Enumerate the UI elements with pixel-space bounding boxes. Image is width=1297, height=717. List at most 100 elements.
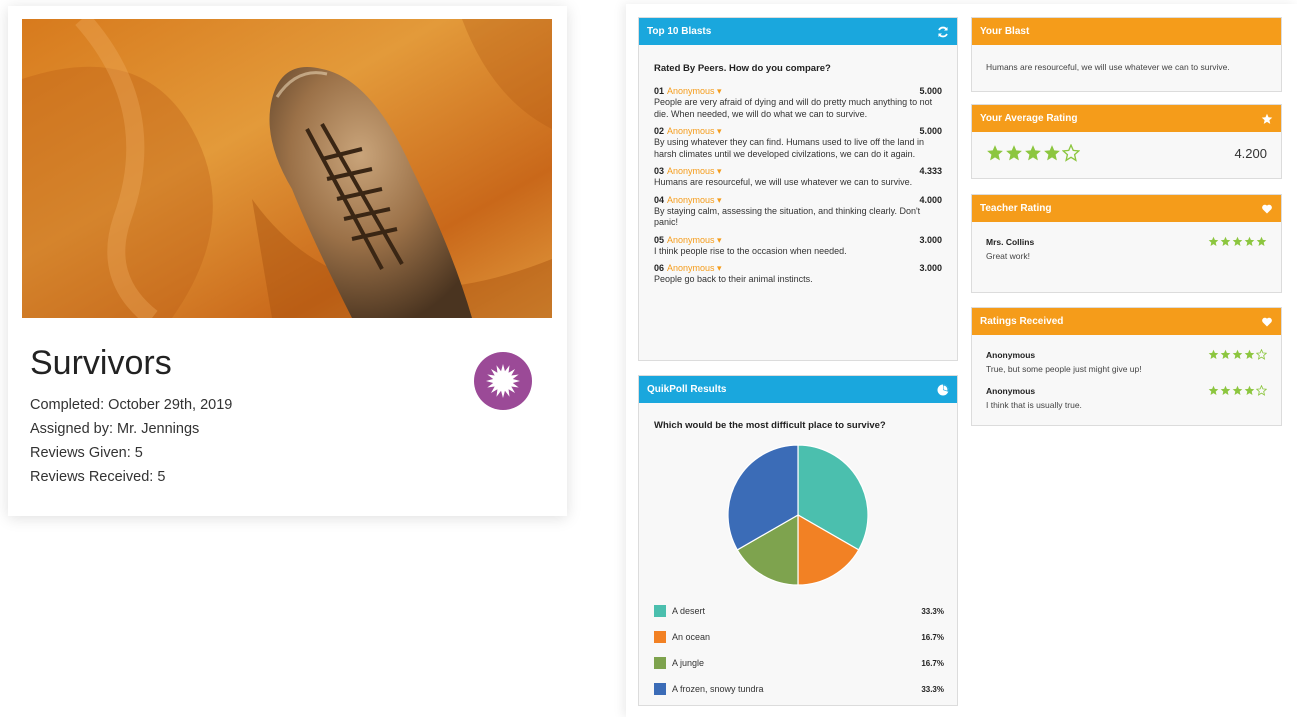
star-empty-icon bbox=[1256, 349, 1267, 360]
your-blast-title: Your Blast bbox=[980, 26, 1030, 37]
ratings-received-title: Ratings Received bbox=[980, 316, 1064, 327]
quikpoll-panel: QuikPoll Results Which would be the most… bbox=[638, 375, 958, 706]
star-filled-icon bbox=[1220, 385, 1231, 395]
author-dropdown[interactable]: Anonymous ▾ bbox=[667, 195, 722, 205]
teacher-rating-title: Teacher Rating bbox=[980, 203, 1052, 214]
heart-icon bbox=[1261, 316, 1273, 328]
legend-label: A jungle bbox=[672, 658, 705, 668]
legend-percent: 16.7% bbox=[921, 632, 944, 642]
ratings-received-header: Ratings Received bbox=[972, 308, 1281, 335]
quikpoll-header: QuikPoll Results bbox=[639, 376, 957, 403]
top-blasts-intro: Rated By Peers. How do you compare? bbox=[654, 63, 831, 74]
poll-legend: A desert 33.3% An ocean 16.7% A jungle 16.7… bbox=[654, 598, 944, 702]
blast-text: Humans are resourceful, we will use what… bbox=[654, 177, 913, 187]
legend-row: A desert 33.3% bbox=[654, 598, 944, 624]
pie-chart-icon bbox=[937, 384, 949, 396]
star-filled-icon bbox=[1232, 385, 1243, 395]
completed-date: Completed: October 29th, 2019 bbox=[30, 397, 233, 413]
heart-icon bbox=[1261, 203, 1273, 215]
rating-stars bbox=[1208, 349, 1267, 360]
star-filled-icon bbox=[1232, 236, 1243, 246]
blast-score: 3.000 bbox=[919, 263, 942, 273]
reviewer-name: Anonymous bbox=[986, 349, 1036, 360]
legend-row: A jungle 16.7% bbox=[654, 650, 944, 676]
star-filled-icon bbox=[1244, 236, 1255, 246]
star-filled-icon bbox=[1044, 145, 1060, 161]
your-blast-header: Your Blast bbox=[972, 18, 1281, 45]
blast-rank: 03 bbox=[654, 166, 665, 176]
list-item: 01 Anonymous ▾ 5.000 People are very afrai… bbox=[639, 86, 957, 120]
star-filled-icon bbox=[1244, 385, 1255, 395]
blast-rank: 01 bbox=[654, 86, 665, 96]
author-dropdown[interactable]: Anonymous ▾ bbox=[667, 235, 722, 245]
starburst-icon bbox=[474, 352, 532, 410]
list-item: 03 Anonymous ▾ 4.333 Humans are resourcefu… bbox=[639, 166, 957, 189]
assignment-details: Completed: October 29th, 2019 Assigned b… bbox=[30, 393, 232, 489]
legend-swatch bbox=[654, 631, 666, 643]
blast-text: By using whatever they can find. Humans … bbox=[654, 137, 924, 159]
blast-list: 01 Anonymous ▾ 5.000 People are very afrai… bbox=[639, 86, 957, 286]
list-item: 04 Anonymous ▾ 4.000 By staying calm, asse… bbox=[639, 195, 957, 229]
legend-row: An ocean 16.7% bbox=[654, 624, 944, 650]
assignment-card: Survivors Completed: October 29th, 2019 … bbox=[8, 6, 567, 516]
teacher-rating-header: Teacher Rating bbox=[972, 195, 1281, 222]
star-filled-icon bbox=[1208, 236, 1219, 246]
blast-score: 5.000 bbox=[919, 126, 942, 136]
average-rating-panel: Your Average Rating 4.200 bbox=[971, 104, 1282, 179]
blast-score: 4.333 bbox=[919, 166, 942, 176]
list-item: 02 Anonymous ▾ 5.000 By using whatever the… bbox=[639, 126, 957, 160]
teacher-name: Mrs. Collins bbox=[986, 236, 1035, 247]
rating-stars bbox=[986, 144, 1080, 162]
legend-swatch bbox=[654, 605, 666, 617]
rating-stars bbox=[1208, 385, 1267, 396]
author-dropdown[interactable]: Anonymous ▾ bbox=[667, 86, 722, 96]
blast-text: People are very afraid of dying and will… bbox=[654, 97, 933, 119]
author-dropdown[interactable]: Anonymous ▾ bbox=[667, 126, 722, 136]
average-rating-title: Your Average Rating bbox=[980, 113, 1078, 124]
poll-question: Which would be the most difficult place … bbox=[654, 420, 886, 431]
list-item: 06 Anonymous ▾ 3.000 People go back to the… bbox=[639, 263, 957, 286]
blast-rank: 02 bbox=[654, 126, 665, 136]
quikpoll-title: QuikPoll Results bbox=[647, 384, 727, 395]
your-blast-text: Humans are resourceful, we will use what… bbox=[986, 62, 1230, 72]
review-comment: True, but some people just might give up… bbox=[986, 364, 1142, 374]
list-item: 05 Anonymous ▾ 3.000 I think people rise t… bbox=[639, 235, 957, 258]
legend-percent: 33.3% bbox=[921, 606, 944, 616]
legend-swatch bbox=[654, 657, 666, 669]
assignment-title: Survivors bbox=[30, 344, 172, 382]
legend-percent: 16.7% bbox=[921, 658, 944, 668]
assigned-by: Assigned by: Mr. Jennings bbox=[30, 421, 200, 437]
legend-row: A frozen, snowy tundra 33.3% bbox=[654, 676, 944, 702]
star-empty-icon bbox=[1062, 144, 1080, 162]
average-rating-value: 4.200 bbox=[1234, 145, 1267, 161]
list-item: Anonymous True, but some people just mig… bbox=[972, 335, 1281, 374]
star-filled-icon bbox=[1256, 236, 1267, 246]
teacher-comment: Great work! bbox=[986, 251, 1030, 261]
star-filled-icon bbox=[1208, 349, 1219, 359]
your-blast-panel: Your Blast Humans are resourceful, we wi… bbox=[971, 17, 1282, 92]
reviews-received: Reviews Received: 5 bbox=[30, 469, 166, 485]
list-item: Anonymous I think that is usually true. bbox=[972, 374, 1281, 410]
blast-rank: 06 bbox=[654, 263, 665, 273]
blast-score: 3.000 bbox=[919, 234, 942, 245]
blast-text: By staying calm, assessing the situation… bbox=[654, 205, 921, 228]
top-blasts-title: Top 10 Blasts bbox=[647, 26, 712, 37]
star-filled-icon bbox=[1232, 349, 1243, 359]
average-rating-header: Your Average Rating bbox=[972, 105, 1281, 132]
author-dropdown[interactable]: Anonymous ▾ bbox=[667, 166, 722, 176]
rating-stars bbox=[1208, 236, 1267, 247]
blast-text: I think people rise to the occasion when… bbox=[654, 245, 847, 256]
teacher-rating-panel: Teacher Rating Mrs. Collins Great work! bbox=[971, 194, 1282, 293]
star-empty-icon bbox=[1256, 385, 1267, 396]
review-comment: I think that is usually true. bbox=[986, 400, 1082, 410]
blast-score: 5.000 bbox=[919, 86, 942, 96]
author-dropdown[interactable]: Anonymous ▾ bbox=[667, 263, 722, 273]
poll-pie-chart bbox=[727, 444, 869, 586]
legend-swatch bbox=[654, 683, 666, 695]
top-blasts-header: Top 10 Blasts bbox=[639, 18, 957, 45]
reviewer-name: Anonymous bbox=[986, 385, 1036, 396]
star-filled-icon bbox=[1220, 236, 1231, 246]
legend-percent: 33.3% bbox=[921, 684, 944, 694]
refresh-icon[interactable] bbox=[937, 26, 949, 38]
assignment-photo bbox=[22, 19, 552, 318]
